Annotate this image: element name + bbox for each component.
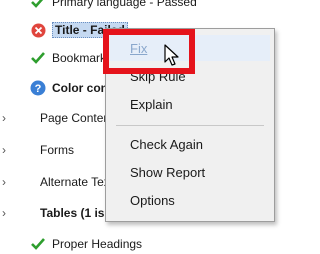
chevron-right-icon[interactable]: ›	[0, 175, 8, 189]
menu-item-label: Show Report	[130, 164, 206, 180]
menu-item-label: Explain	[130, 96, 173, 112]
tree-row-label: Forms	[40, 143, 74, 157]
tree-row-label: Proper Headings	[52, 237, 143, 251]
menu-item-explain[interactable]: Explain	[110, 91, 270, 117]
tree-row-primary-language[interactable]: Primary language - Passed	[0, 0, 309, 12]
passed-check-icon	[30, 0, 46, 10]
info-question-icon: ?	[30, 80, 46, 96]
menu-item-options[interactable]: Options	[110, 187, 270, 213]
tree-row-proper-headings[interactable]: Proper Headings	[0, 234, 309, 254]
chevron-right-icon[interactable]: ›	[0, 206, 8, 220]
menu-separator	[116, 125, 264, 126]
passed-check-icon	[30, 50, 46, 66]
chevron-right-icon[interactable]: ›	[0, 111, 8, 125]
menu-item-label: Check Again	[130, 136, 203, 152]
failed-x-icon	[30, 22, 46, 38]
tree-row-label: Primary language - Passed	[52, 0, 197, 9]
menu-item-check-again[interactable]: Check Again	[110, 131, 270, 157]
tree-row-label: Alternate Text	[40, 175, 114, 189]
mouse-pointer-icon	[164, 44, 180, 73]
menu-item-label: Options	[130, 192, 175, 208]
tree-row-label: Page Content	[40, 111, 114, 125]
chevron-right-icon[interactable]: ›	[0, 143, 8, 157]
svg-text:?: ?	[35, 83, 42, 95]
menu-item-show-report[interactable]: Show Report	[110, 159, 270, 185]
highlight-annotation-box	[103, 29, 195, 74]
passed-check-icon	[30, 236, 46, 252]
